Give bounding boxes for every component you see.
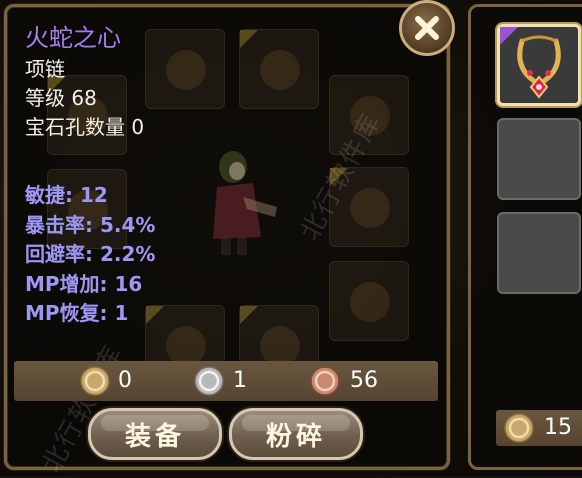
- silver-amount: 1: [233, 368, 247, 393]
- equip-button[interactable]: 装备: [88, 408, 222, 460]
- smash-button-label: 粉碎: [265, 421, 326, 452]
- copper-coin-icon: [310, 366, 340, 396]
- gold-coin-icon: [504, 413, 534, 443]
- inventory-slot-empty[interactable]: [497, 118, 581, 200]
- item-type: 项链: [25, 57, 65, 81]
- close-button[interactable]: [399, 0, 455, 56]
- stat-mp-regen: MP恢复: 1: [25, 301, 129, 325]
- item-info: 火蛇之心 项链 等级 68 宝石孔数量 0: [25, 21, 144, 142]
- item-stats: 敏捷: 12 暴击率: 5.4% 回避率: 2.2% MP增加: 16 MP恢复…: [25, 181, 155, 329]
- side-gold-amount: 15: [544, 415, 572, 440]
- copper-amount: 56: [350, 368, 378, 393]
- side-currency-bar: 15: [496, 410, 582, 446]
- item-level: 等级 68: [25, 86, 97, 110]
- equip-slot-ghost: [145, 29, 225, 109]
- stat-crit-rate: 暴击率: 5.4%: [25, 212, 156, 237]
- item-sockets: 宝石孔数量 0: [25, 115, 145, 139]
- currency-bar: 0 1 56: [14, 361, 438, 401]
- gold-amount: 0: [118, 368, 132, 393]
- item-name: 火蛇之心: [25, 24, 121, 52]
- inventory-slot-empty[interactable]: [497, 212, 581, 294]
- necklace-icon: [517, 35, 561, 99]
- smash-button[interactable]: 粉碎: [229, 408, 363, 460]
- silver-coin-icon: [194, 366, 224, 396]
- close-icon: [415, 16, 439, 40]
- stat-agility: 敏捷: 12: [25, 183, 108, 207]
- inventory-slot-selected[interactable]: [497, 24, 581, 106]
- equip-button-label: 装备: [124, 421, 185, 452]
- gold-coin-icon: [80, 366, 110, 396]
- equip-slot-ghost: [329, 261, 409, 341]
- stat-mp-increase: MP增加: 16: [25, 271, 143, 296]
- stat-evasion: 回避率: 2.2%: [25, 242, 156, 266]
- equip-slot-ghost: [239, 29, 319, 109]
- character-figure-icon: [213, 151, 277, 255]
